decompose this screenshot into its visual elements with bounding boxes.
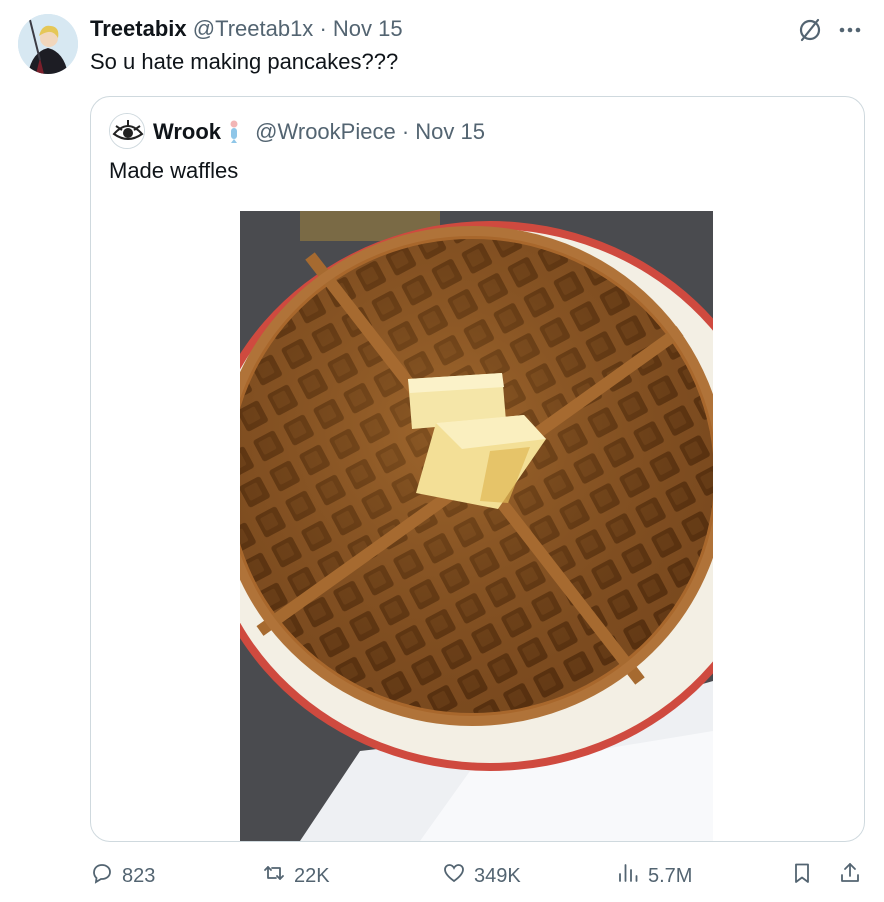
views-button[interactable]: 5.7M (616, 858, 692, 894)
share-button[interactable] (838, 858, 862, 894)
reply-count: 823 (122, 864, 156, 887)
tweet-header: Treetabix @Treetab1x · Nov 15 (90, 16, 403, 42)
quoted-author-avatar[interactable] (109, 113, 145, 149)
quoted-tweet-date[interactable]: Nov 15 (415, 119, 485, 144)
repost-icon (262, 861, 294, 891)
reply-button[interactable]: 823 (90, 858, 155, 894)
tweet-text: So u hate making pancakes??? (90, 49, 399, 74)
views-icon (616, 861, 648, 891)
repost-count: 22K (294, 864, 330, 887)
share-icon (838, 861, 862, 891)
like-icon (442, 861, 474, 891)
author-avatar[interactable] (18, 14, 78, 74)
views-count: 5.7M (648, 864, 693, 887)
quoted-author-name[interactable]: Wrook (153, 119, 221, 144)
repost-button[interactable]: 22K (262, 858, 330, 894)
like-count: 349K (474, 864, 521, 887)
bookmark-icon (790, 861, 814, 891)
grok-icon[interactable] (796, 16, 824, 44)
quoted-header-separator: · (401, 119, 410, 144)
author-handle[interactable]: @Treetab1x (193, 16, 314, 41)
quoted-author-handle[interactable]: @WrookPiece (255, 119, 396, 144)
header-separator: · (319, 16, 327, 41)
tweet-actions: 823 22K 349K 5.7M (0, 858, 884, 894)
like-button[interactable]: 349K (442, 858, 521, 894)
author-name[interactable]: Treetabix (90, 16, 187, 41)
verified-badge-icon (225, 119, 243, 143)
more-icon[interactable] (836, 16, 864, 44)
reply-icon (90, 861, 122, 891)
quoted-tweet-header: Wrook @WrookPiece · Nov 15 (153, 119, 485, 145)
waffle-photo[interactable] (240, 211, 713, 841)
quoted-tweet-card[interactable]: Wrook @WrookPiece · Nov 15 Made waffles (90, 96, 865, 842)
tweet-date[interactable]: Nov 15 (333, 16, 403, 41)
bookmark-button[interactable] (790, 858, 814, 894)
quoted-tweet-text: Made waffles (109, 158, 239, 183)
